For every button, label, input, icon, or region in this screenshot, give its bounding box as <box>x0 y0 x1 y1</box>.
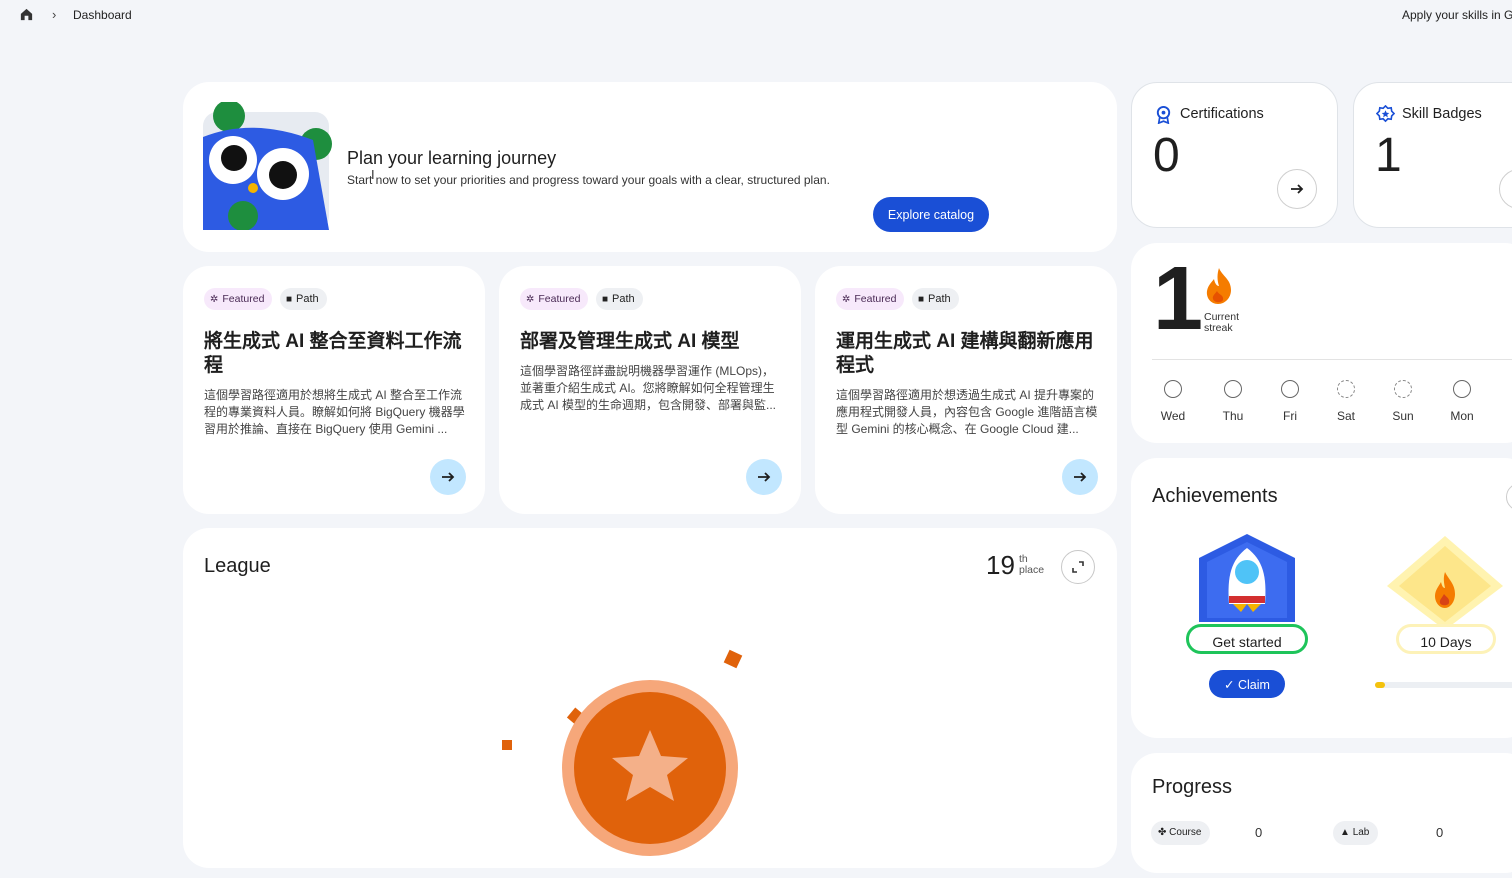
claim-button[interactable]: ✓ Claim <box>1209 670 1285 698</box>
arrow-right-button[interactable] <box>746 459 782 495</box>
skill-badges-count: 1 <box>1375 129 1402 182</box>
path-card-description: 這個學習路徑詳盡說明機器學習運作 (MLOps)，並著重介紹生成式 AI。您將瞭… <box>520 364 777 412</box>
path-card[interactable]: ✲ Featured ■ Path 將生成式 AI 整合至資料工作流程 這個學習路徑… <box>183 266 485 514</box>
arrow-right-button[interactable] <box>1062 459 1098 495</box>
day-status-icon <box>1337 380 1355 398</box>
sparkle-icon: ✲ <box>842 294 851 305</box>
league-rank: 19 <box>986 550 1015 580</box>
learning-journey-card: I Plan your learning journey Start now t… <box>183 82 1117 252</box>
streak-day-sat: Sat <box>1324 380 1368 425</box>
flame-icon <box>1206 268 1231 304</box>
expand-button[interactable] <box>1061 550 1095 584</box>
league-medal-illustration <box>502 649 743 856</box>
featured-chip: ✲ Featured <box>204 288 273 310</box>
arrow-right-icon <box>1074 472 1087 482</box>
hero-subtitle: Start now to set your priorities and pro… <box>347 173 830 187</box>
owl-illustration <box>203 102 332 230</box>
streak-day-mon: Mon <box>1440 380 1484 425</box>
league-title: League <box>204 555 271 577</box>
achievements-card: Achievements Get started ✓ Claim 10 Days <box>1131 458 1512 738</box>
rocket-badge-icon <box>1199 534 1295 622</box>
top-promo-text[interactable]: Apply your skills in G <box>1402 8 1512 22</box>
path-card[interactable]: ✲ Featured ■ Path 部署及管理生成式 AI 模型 這個學習路徑詳盡說… <box>499 266 801 514</box>
path-chip: ■ Path <box>596 288 643 310</box>
expand-icon <box>1072 561 1084 573</box>
course-icon: ✤ <box>1158 827 1170 838</box>
sparkle-icon: ✲ <box>526 294 535 305</box>
league-card: League 19 th place <box>183 528 1117 868</box>
path-card-title: 部署及管理生成式 AI 模型 <box>520 331 740 352</box>
ten-days-achievement-label: 10 Days <box>1396 624 1496 654</box>
achievements-title: Achievements <box>1152 485 1278 507</box>
hero-title: Plan your learning journey <box>347 148 557 168</box>
path-card-title: 運用生成式 AI 建構與翻新應用程式 <box>836 331 1094 376</box>
day-status-icon <box>1164 380 1182 398</box>
progress-card: Progress ✤ Course 0 ▲ Lab 0 <box>1131 753 1512 873</box>
day-status-icon <box>1281 380 1299 398</box>
lab-count: 0 <box>1436 825 1444 840</box>
explore-catalog-button[interactable]: Explore catalog <box>873 197 989 232</box>
day-status-icon <box>1224 380 1242 398</box>
path-card-title: 將生成式 AI 整合至資料工作流程 <box>204 331 462 376</box>
path-icon: ■ <box>918 294 925 305</box>
path-card-description: 這個學習路徑適用於想透過生成式 AI 提升專案的應用程式開發人員，內容包含 Go… <box>836 388 1098 436</box>
certifications-count: 0 <box>1153 129 1180 182</box>
lab-chip: ▲ Lab <box>1333 821 1379 845</box>
path-chip: ■ Path <box>912 288 959 310</box>
ten-days-progress-bar <box>1375 682 1512 688</box>
certifications-label: Certifications <box>1180 106 1264 122</box>
certifications-arrow-button[interactable] <box>1277 169 1317 209</box>
streak-card: 1 Current streak Wed Thu Fri Sat Sun Mon <box>1131 243 1512 443</box>
lab-icon: ▲ <box>1340 827 1353 838</box>
day-status-icon <box>1394 380 1412 398</box>
top-bar: › Dashboard Apply your skills in G <box>0 0 1512 30</box>
divider <box>1152 359 1512 360</box>
badge-icon <box>1376 105 1395 123</box>
certifications-card[interactable]: Certifications 0 <box>1131 82 1338 228</box>
get-started-achievement-label: Get started <box>1186 624 1308 654</box>
path-icon: ■ <box>286 294 293 305</box>
achievements-more-button[interactable] <box>1506 483 1512 511</box>
streak-day-fri: Fri <box>1268 380 1312 425</box>
arrow-right-icon <box>758 472 771 482</box>
path-card[interactable]: ✲ Featured ■ Path 運用生成式 AI 建構與翻新應用程式 這個學習路… <box>815 266 1117 514</box>
ten-days-badge-icon <box>1387 536 1503 630</box>
chevron-right-icon: › <box>52 7 57 22</box>
streak-count: 1 <box>1153 249 1204 349</box>
home-icon[interactable] <box>19 7 34 22</box>
streak-day-wed: Wed <box>1151 380 1195 425</box>
streak-day-sun: Sun <box>1381 380 1425 425</box>
day-status-icon <box>1453 380 1471 398</box>
check-icon: ✓ <box>1224 677 1238 692</box>
skill-badges-arrow-button[interactable] <box>1499 169 1512 209</box>
arrow-right-icon <box>442 472 455 482</box>
certificate-icon <box>1156 105 1171 124</box>
skill-badges-card[interactable]: Skill Badges 1 <box>1353 82 1512 228</box>
featured-chip: ✲ Featured <box>520 288 589 310</box>
path-card-description: 這個學習路徑適用於想將生成式 AI 整合至工作流程的專業資料人員。瞭解如何將 B… <box>204 388 465 436</box>
featured-chip: ✲ Featured <box>836 288 905 310</box>
arrow-right-icon <box>1291 184 1304 194</box>
league-rank-suffix: th place <box>1019 553 1045 576</box>
course-chip: ✤ Course <box>1151 821 1211 845</box>
sparkle-icon: ✲ <box>210 294 219 305</box>
skill-badges-label: Skill Badges <box>1402 106 1482 122</box>
ten-days-progress-fill <box>1375 682 1385 688</box>
arrow-right-button[interactable] <box>430 459 466 495</box>
progress-title: Progress <box>1152 776 1233 798</box>
breadcrumb-dashboard[interactable]: Dashboard <box>73 8 132 22</box>
course-count: 0 <box>1255 825 1263 840</box>
path-icon: ■ <box>602 294 609 305</box>
path-chip: ■ Path <box>280 288 327 310</box>
current-streak-label: Current streak <box>1204 311 1240 334</box>
streak-day-thu: Thu <box>1211 380 1255 425</box>
